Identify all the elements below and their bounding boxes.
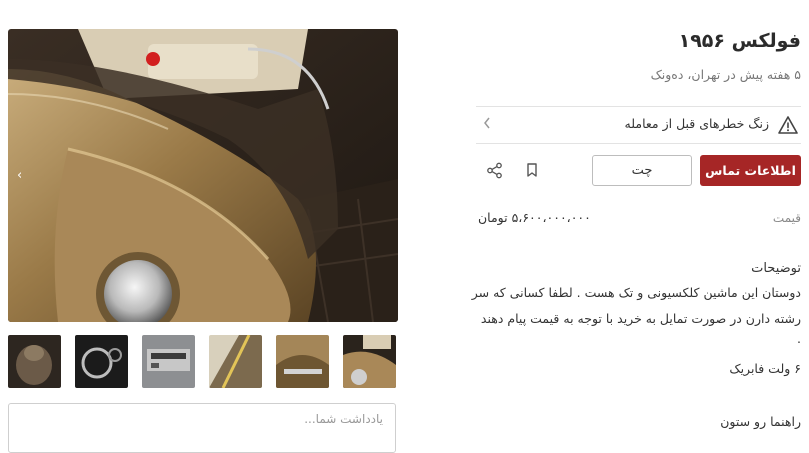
contact-info-button[interactable]: اطلاعات تماس bbox=[700, 155, 801, 186]
description-title: توضیحات bbox=[751, 261, 801, 276]
price-row: قیمت ۵،۶۰۰،۰۰۰،۰۰۰ تومان bbox=[476, 204, 801, 232]
listing-subtitle: ۵ هفته پیش در تهران، دەونک bbox=[650, 67, 801, 82]
page-title: فولکس ۱۹۵۶ bbox=[678, 30, 801, 52]
gallery-thumbnail[interactable] bbox=[75, 335, 128, 388]
gallery-thumbnail[interactable] bbox=[142, 335, 195, 388]
listing-details: فولکس ۱۹۵۶ ۵ هفته پیش در تهران، دەونک زن… bbox=[472, 0, 801, 446]
gallery-thumbnail[interactable] bbox=[209, 335, 262, 388]
price-value: ۵،۶۰۰،۰۰۰،۰۰۰ تومان bbox=[478, 210, 591, 225]
description-line: . bbox=[797, 331, 801, 346]
warning-triangle-icon bbox=[778, 116, 798, 134]
risk-warning-link[interactable]: زنگ خطرهای قبل از معامله bbox=[476, 106, 801, 144]
gallery-thumbnail[interactable] bbox=[276, 335, 329, 388]
price-label: قیمت bbox=[772, 211, 801, 225]
description-line: ۶ ولت فابریک bbox=[729, 361, 801, 376]
gallery-thumbnail[interactable] bbox=[343, 335, 396, 388]
gallery-thumbnail[interactable] bbox=[8, 335, 61, 388]
share-icon[interactable] bbox=[486, 162, 503, 179]
description-line: دوستان این ماشین کلکسیونی و تک هست . لطف… bbox=[471, 285, 801, 300]
description-line: رشته دارن در صورت تمایل به خرید با توجه … bbox=[480, 311, 801, 326]
main-car-photo[interactable] bbox=[8, 29, 398, 322]
gallery-next-arrow[interactable]: ‹ bbox=[17, 168, 22, 183]
bookmark-icon[interactable] bbox=[524, 162, 540, 178]
risk-warning-label: زنگ خطرهای قبل از معامله bbox=[624, 116, 769, 131]
guide-heading: راهنما رو ستون bbox=[720, 414, 801, 429]
chat-button[interactable]: چت bbox=[592, 155, 692, 186]
chevron-left-icon bbox=[484, 117, 490, 129]
